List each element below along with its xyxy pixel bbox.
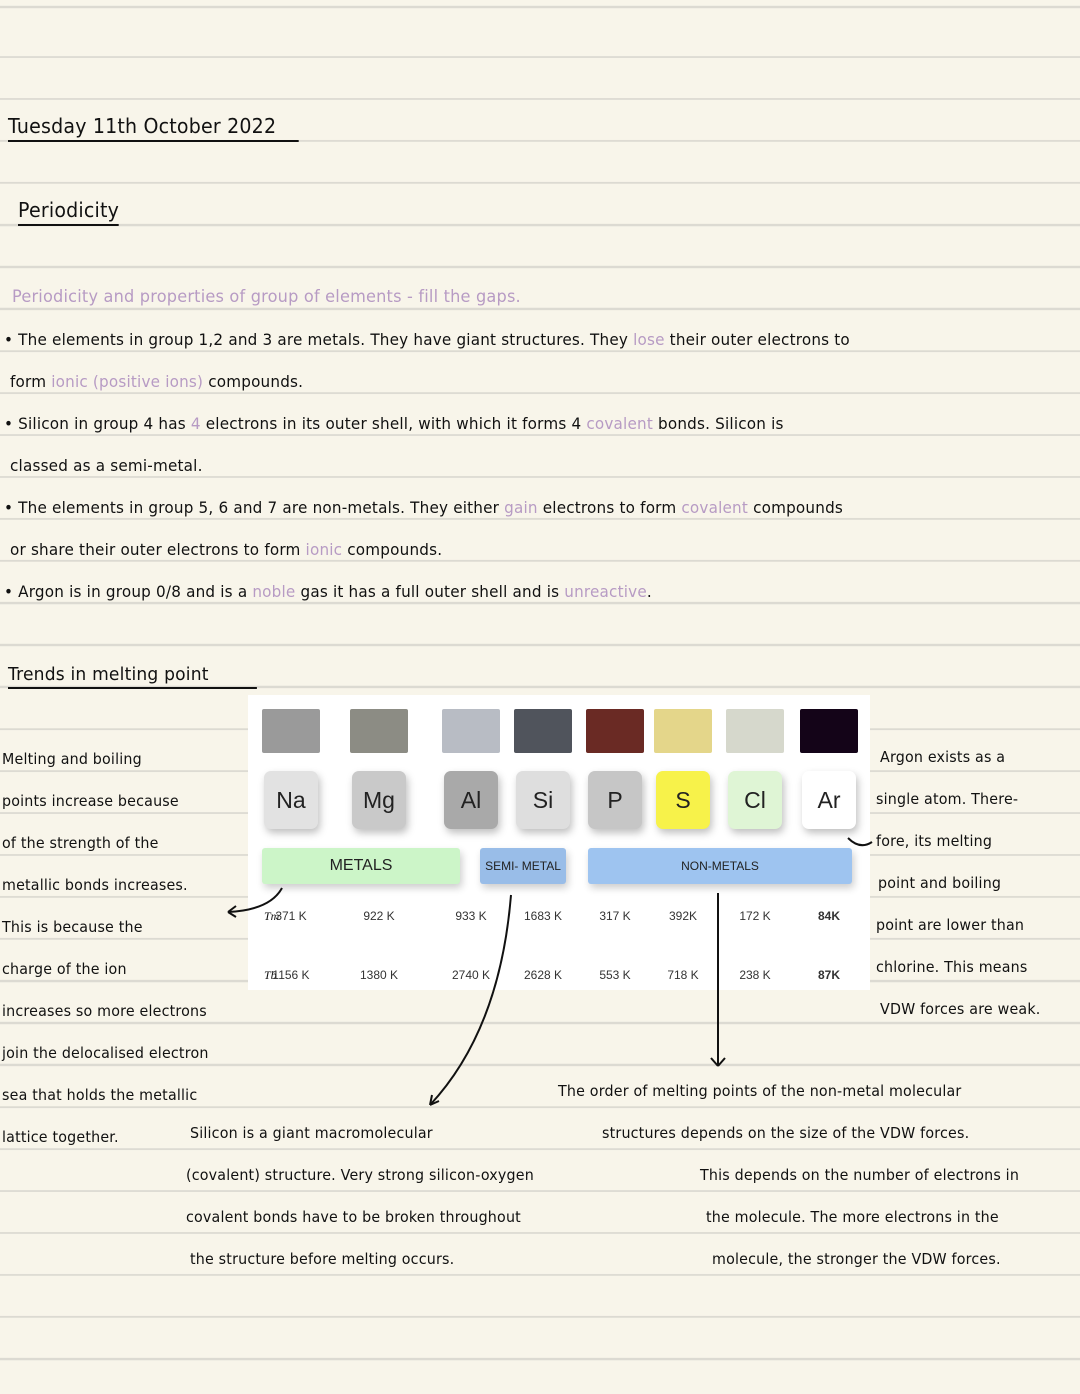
tb-value: 238 K	[739, 968, 771, 982]
filled-gap: covalent	[586, 414, 653, 433]
tm-value: 1683 K	[523, 909, 563, 923]
tm-value: 933 K	[455, 909, 487, 923]
bullet-line: • The elements in group 5, 6 and 7 are n…	[4, 498, 843, 517]
text-segment: bonds. Silicon is	[652, 414, 784, 433]
note-line: This depends on the number of electrons …	[700, 1166, 1020, 1184]
element-photo-mg	[350, 709, 408, 753]
note-line: metallic bonds increases.	[2, 876, 188, 894]
element-photo-cl	[726, 709, 784, 753]
bullet-line: • Argon is in group 0/8 and is a noble g…	[4, 582, 652, 601]
note-line: point are lower than	[876, 916, 1025, 934]
filled-gap: gain	[504, 498, 538, 517]
text-segment: .	[646, 582, 652, 601]
filled-gap: covalent	[681, 498, 749, 517]
note-line: charge of the ion	[2, 960, 127, 978]
tb-value: 87K	[817, 968, 840, 982]
text-segment: compounds.	[342, 540, 443, 559]
band-metals: METALS	[262, 848, 460, 884]
band-non-metals: NON-METALS	[588, 848, 852, 884]
text-segment: or share their outer electrons to form	[10, 540, 306, 559]
subtitle: Periodicity and properties of group of e…	[12, 287, 521, 307]
element-tile-na: Na	[264, 771, 318, 829]
tm-value: 317 K	[599, 909, 631, 923]
text-segment: electrons to form	[537, 498, 682, 517]
band-semi-metal: SEMI- METAL	[480, 848, 566, 884]
text-segment: their outer electrons to	[664, 330, 850, 349]
filled-gap: noble	[252, 582, 296, 601]
note-line: Argon exists as a	[880, 748, 1006, 766]
text-segment: • Silicon in group 4 has	[4, 414, 191, 433]
melting-point-table: METALS SEMI- METAL NON-METALS Tm Tb Na 37…	[248, 695, 870, 990]
tm-value: 371 K	[275, 909, 307, 923]
text-segment: compounds	[748, 498, 844, 517]
note-line: sea that holds the metallic	[2, 1086, 198, 1104]
tm-value: 84K	[817, 909, 840, 923]
note-line: points increase because	[2, 792, 179, 810]
bullet-line: • The elements in group 1,2 and 3 are me…	[4, 330, 850, 349]
element-tile-si: Si	[516, 771, 570, 829]
note-line: Melting and boiling	[2, 750, 142, 768]
tb-value: 553 K	[599, 968, 631, 982]
element-photo-ar	[800, 709, 858, 753]
tb-value: 1380 K	[359, 968, 399, 982]
bullet-line: or share their outer electrons to form i…	[10, 540, 442, 559]
date-heading: Tuesday 11th October 2022	[8, 114, 299, 142]
filled-gap: lose	[633, 330, 665, 349]
text-segment: gas it has a full outer shell and is	[295, 582, 565, 601]
element-photo-al	[442, 709, 500, 753]
tb-value: 2740 K	[451, 968, 491, 982]
note-line: covalent bonds have to be broken through…	[186, 1208, 521, 1226]
text-segment: form	[10, 372, 52, 391]
note-line: the molecule. The more electrons in the	[706, 1208, 999, 1226]
filled-gap: ionic (positive ions)	[51, 372, 204, 391]
filled-gap: ionic	[305, 540, 343, 559]
note-line: lattice together.	[2, 1128, 119, 1146]
tm-value: 392K	[668, 909, 698, 923]
bullet-line: • Silicon in group 4 has 4 electrons in …	[4, 414, 784, 433]
element-tile-p: P	[588, 771, 642, 829]
note-line: structures depends on the size of the VD…	[602, 1124, 970, 1142]
section-heading-melting: Trends in melting point	[8, 664, 257, 689]
note-line: chlorine. This means	[876, 958, 1028, 976]
tb-value: 1156 K	[272, 968, 310, 982]
note-line: of the strength of the	[2, 834, 159, 852]
text-segment: classed as a semi-metal.	[10, 456, 203, 475]
element-photo-na	[262, 709, 320, 753]
note-line: the structure before melting occurs.	[190, 1250, 455, 1268]
element-tile-s: S	[656, 771, 710, 829]
page-title: Periodicity	[18, 198, 120, 226]
text-segment: • The elements in group 5, 6 and 7 are n…	[4, 498, 505, 517]
tm-value: 172 K	[739, 909, 771, 923]
bullet-line: classed as a semi-metal.	[10, 456, 203, 475]
note-line: This is because the	[2, 918, 143, 936]
text-segment: • The elements in group 1,2 and 3 are me…	[4, 330, 634, 349]
text-segment: electrons in its outer shell, with which…	[200, 414, 587, 433]
element-photo-p	[586, 709, 644, 753]
element-tile-cl: Cl	[728, 771, 782, 829]
tb-value: 2628 K	[523, 968, 563, 982]
note-line: VDW forces are weak.	[880, 1000, 1041, 1018]
note-line: point and boiling	[878, 874, 1002, 892]
filled-gap: unreactive	[564, 582, 647, 601]
tb-value: 718 K	[667, 968, 699, 982]
element-tile-ar: Ar	[802, 771, 856, 829]
note-line: join the delocalised electron	[2, 1044, 209, 1062]
element-tile-al: Al	[444, 771, 498, 829]
bullet-line: form ionic (positive ions) compounds.	[10, 372, 303, 391]
text-segment: • Argon is in group 0/8 and is a	[4, 582, 253, 601]
tm-value: 922 K	[363, 909, 395, 923]
element-photo-si	[514, 709, 572, 753]
filled-gap: 4	[190, 414, 201, 433]
note-line: increases so more electrons	[2, 1002, 207, 1020]
text-segment: compounds.	[203, 372, 304, 391]
note-line: single atom. There-	[876, 790, 1019, 808]
element-photo-s	[654, 709, 712, 753]
note-line: (covalent) structure. Very strong silico…	[186, 1166, 534, 1184]
note-line: molecule, the stronger the VDW forces.	[712, 1250, 1001, 1268]
element-tile-mg: Mg	[352, 771, 406, 829]
note-line: The order of melting points of the non-m…	[558, 1082, 962, 1100]
note-line: fore, its melting	[876, 832, 993, 850]
note-line: Silicon is a giant macromolecular	[190, 1124, 433, 1142]
